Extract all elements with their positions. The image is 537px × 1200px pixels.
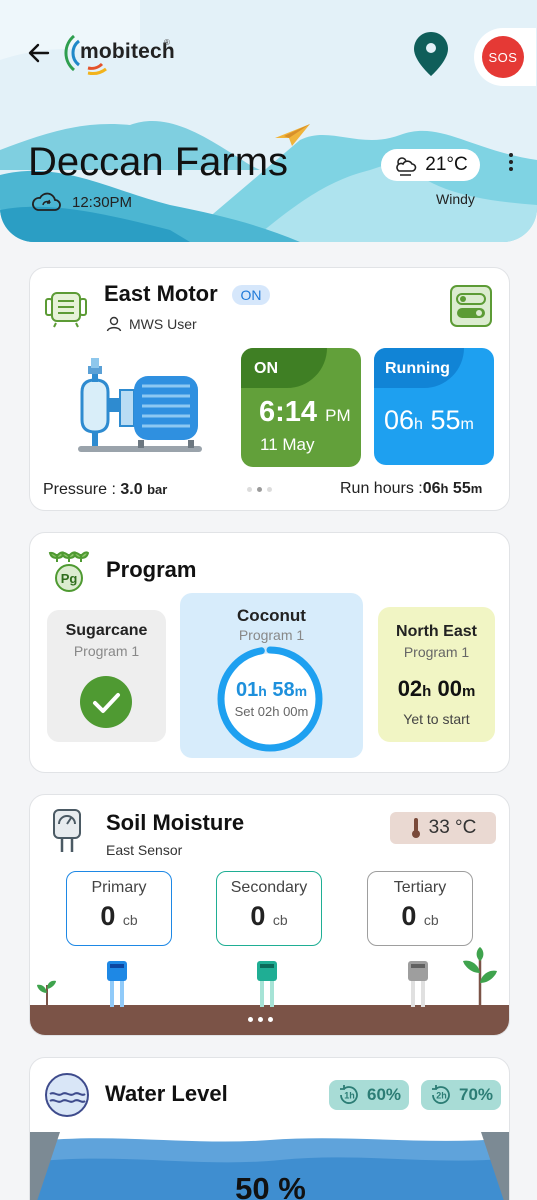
- svg-text:1h: 1h: [344, 1091, 355, 1101]
- water-level-card[interactable]: Water Level 1h 60% 2h 70% 50 %: [29, 1057, 510, 1200]
- soil-page-indicator[interactable]: [248, 1017, 273, 1022]
- motor-status-chip: ON: [232, 285, 270, 305]
- coconut-elapsed: 01h 58m: [235, 679, 308, 701]
- motor-card[interactable]: East Motor ON MWS User ON 6:14 PM 11 May: [29, 267, 510, 511]
- running-tile-label: Running: [385, 360, 450, 377]
- program-card[interactable]: Pg Program Sugarcane Program 1 Coconut P…: [29, 532, 510, 773]
- brand-registered-mark: ®: [164, 38, 170, 47]
- program-item-coconut[interactable]: Coconut Program 1 01h 58m Set 02h 00m: [180, 593, 363, 758]
- pump-motor-illustration: [78, 358, 202, 452]
- small-plant-icon: [37, 980, 56, 1009]
- history-2h-icon: 2h: [432, 1085, 450, 1104]
- motor-user-row: MWS User: [106, 316, 197, 332]
- motor-title: East Motor: [104, 281, 218, 306]
- current-time: 12:30PM: [72, 193, 133, 211]
- program-name: Coconut: [237, 606, 306, 625]
- coconut-set-duration: Set 02h 00m: [234, 704, 309, 719]
- water-level-percentage: 50 %: [235, 1171, 306, 1200]
- sos-button[interactable]: SOS: [474, 28, 536, 86]
- program-sub: Program 1: [238, 627, 305, 643]
- sensor-value: 0 cb: [250, 901, 288, 931]
- motor-page-indicator[interactable]: [247, 487, 272, 492]
- sensor-label: Primary: [91, 879, 147, 896]
- north-east-status: Yet to start: [403, 711, 470, 727]
- program-name: Sugarcane: [65, 622, 148, 639]
- sensor-secondary[interactable]: Secondary 0 cb: [216, 871, 322, 946]
- header: mobitech ® SOS Deccan Farms 12:30PM 21°C…: [0, 0, 537, 242]
- program-item-north-east[interactable]: North East Program 1 02h 00m Yet to star…: [378, 607, 495, 742]
- program-sub: Program 1: [73, 643, 140, 659]
- time-row: 12:30PM: [30, 191, 132, 213]
- weather-condition: Windy: [436, 191, 475, 207]
- sos-label: SOS: [482, 36, 524, 78]
- program-name: North East: [396, 623, 477, 640]
- more-options-icon[interactable]: [501, 150, 521, 176]
- farm-name: Deccan Farms: [28, 140, 289, 184]
- sensor-label: Tertiary: [393, 879, 447, 896]
- water-waves-icon: [45, 1073, 89, 1117]
- sensor-primary[interactable]: Primary 0 cb: [66, 871, 172, 946]
- soil-title: Soil Moisture: [106, 810, 245, 835]
- north-east-duration: 02h 00m: [397, 676, 476, 701]
- sensor-value: 0 cb: [401, 901, 439, 931]
- water-chip-1h[interactable]: 1h 60%: [329, 1080, 410, 1110]
- motor-user: MWS User: [129, 316, 197, 332]
- history-1h-icon: 1h: [340, 1085, 358, 1104]
- weather-pill[interactable]: 21°C: [381, 149, 480, 181]
- motor-running-tile[interactable]: Running 06h 55m: [374, 348, 494, 465]
- soil-moisture-card[interactable]: Soil Moisture East Sensor 33 °C Primary …: [29, 794, 510, 1036]
- partly-cloudy-icon: [396, 157, 417, 176]
- tertiary-probe-icon: [408, 961, 428, 1007]
- on-tile-time: 6:14 PM: [259, 396, 351, 428]
- pressure-readout: Pressure : 3.0 bar: [43, 481, 168, 498]
- motor-on-time-tile[interactable]: ON 6:14 PM 11 May: [241, 348, 361, 467]
- motor-switch-icon[interactable]: [450, 285, 492, 327]
- secondary-probe-icon: [257, 961, 277, 1007]
- thermometer-icon: [411, 818, 420, 838]
- primary-probe-icon: [107, 961, 127, 1007]
- motor-icon: [45, 292, 87, 328]
- program-title: Program: [106, 557, 197, 582]
- check-circle-icon: [80, 676, 132, 728]
- sensor-value: 0 cb: [100, 901, 138, 931]
- sensor-label: Secondary: [230, 879, 308, 896]
- program-icon-text: Pg: [61, 571, 78, 586]
- brand-name: mobitech: [80, 40, 175, 63]
- user-icon: [106, 316, 122, 332]
- soil-temperature-chip: 33 °C: [390, 812, 496, 844]
- tall-plant-icon: [463, 947, 497, 1009]
- program-item-sugarcane[interactable]: Sugarcane Program 1: [47, 610, 166, 742]
- water-chip-value: 70%: [459, 1085, 494, 1104]
- temperature-value: 21°C: [425, 154, 468, 175]
- on-tile-label: ON: [254, 360, 278, 377]
- water-title: Water Level: [105, 1081, 228, 1106]
- water-chip-value: 60%: [367, 1085, 402, 1104]
- sensor-tertiary[interactable]: Tertiary 0 cb: [367, 871, 473, 946]
- program-sub: Program 1: [403, 644, 470, 660]
- location-pin-icon[interactable]: [411, 30, 451, 78]
- svg-text:2h: 2h: [436, 1091, 447, 1101]
- on-tile-date: 11 May: [260, 435, 315, 454]
- soil-sensor-name: East Sensor: [106, 842, 183, 858]
- program-sprout-icon: Pg: [48, 551, 90, 592]
- back-arrow-icon[interactable]: [24, 38, 54, 68]
- soil-sensor-icon: [53, 809, 81, 852]
- running-duration: 06h 55m: [384, 405, 474, 435]
- water-chip-2h[interactable]: 2h 70%: [421, 1080, 502, 1110]
- run-hours-readout: Run hours :06h 55m: [340, 480, 483, 497]
- cloud-sync-icon: [32, 192, 61, 211]
